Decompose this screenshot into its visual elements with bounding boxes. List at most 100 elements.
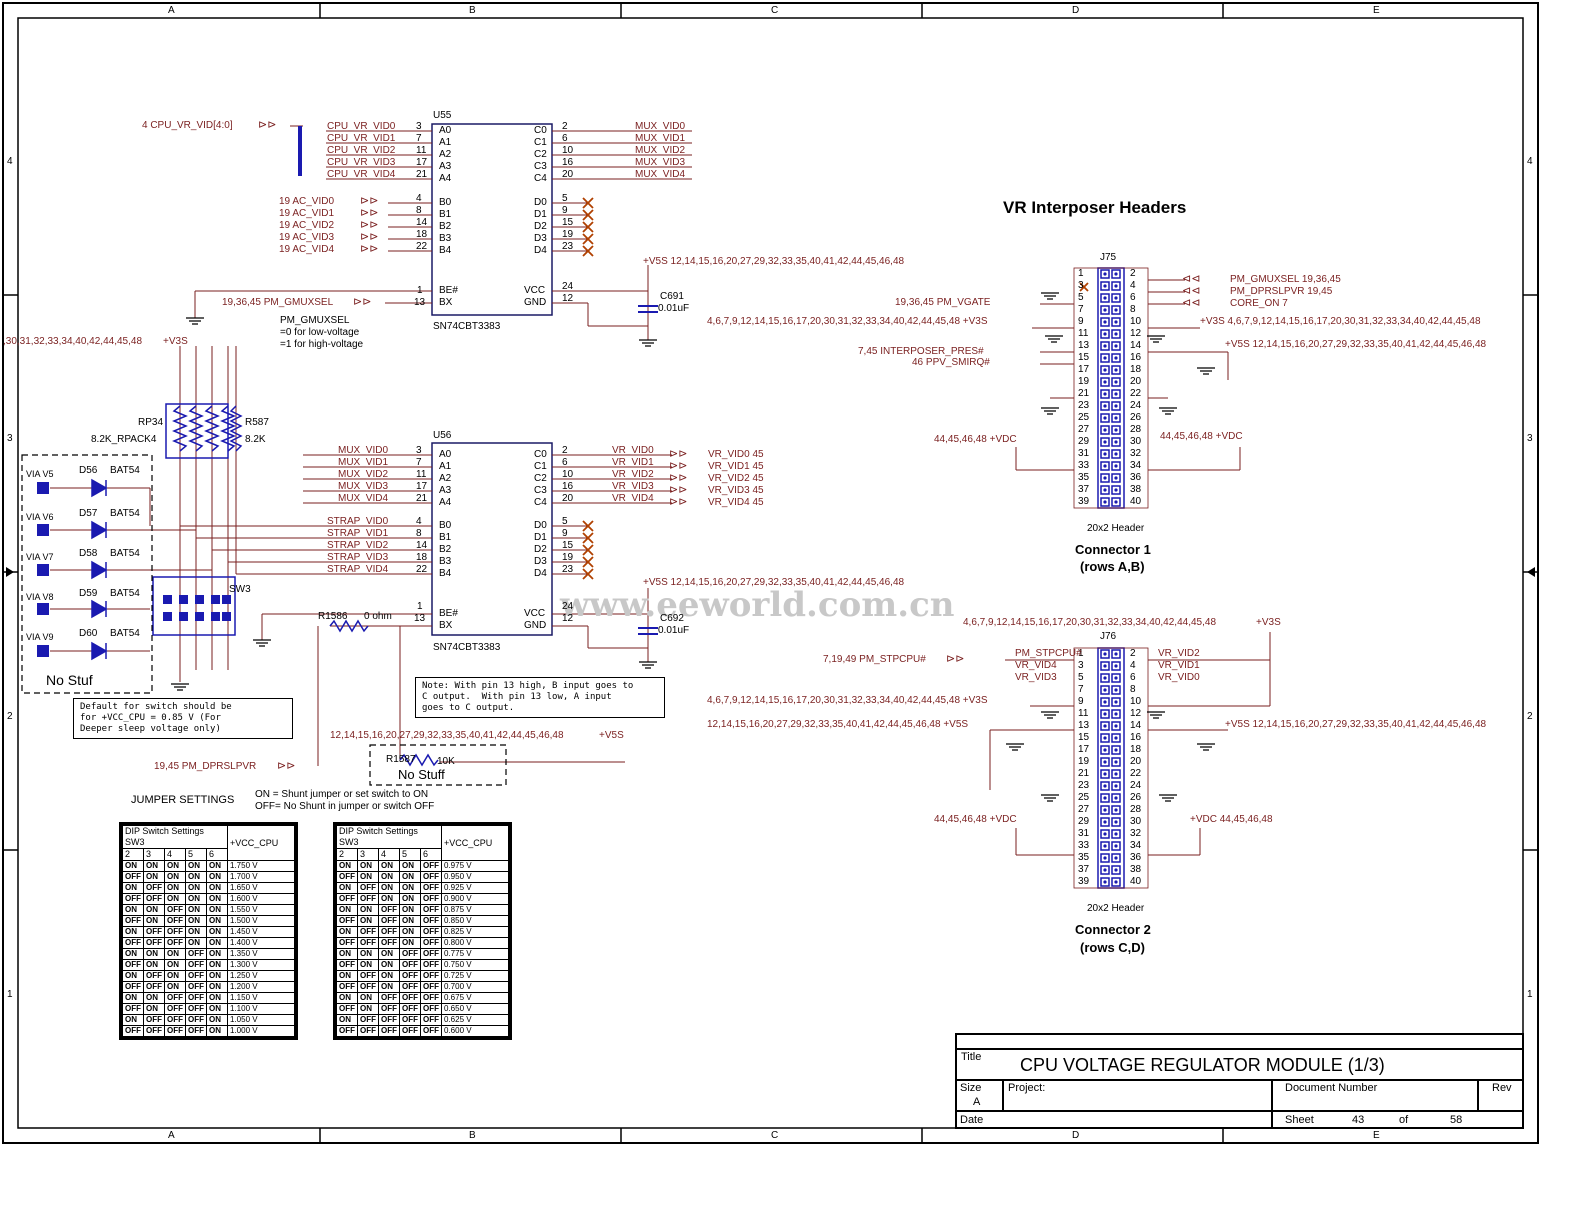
- j76-vdc-left: 44,45,46,48 +VDC: [934, 814, 1017, 825]
- switch-state: OFF: [143, 981, 165, 993]
- offpage-connector-icon: ⊲⊲: [1182, 273, 1201, 285]
- header-pin-number: 28: [1130, 804, 1142, 815]
- nostuf-label: No Stuf: [46, 672, 93, 688]
- u55-c-pin: 10: [562, 145, 574, 156]
- vcc-value: 0.925 V: [441, 882, 509, 894]
- switch-state: ON: [378, 981, 400, 993]
- header-pin-number: 31: [1078, 448, 1090, 459]
- header-pin-number: 19: [1078, 756, 1090, 767]
- switch-state: ON: [206, 915, 228, 927]
- u56-b-net: STRAP_VID2: [327, 540, 389, 551]
- zone-label: C: [771, 1130, 779, 1141]
- switch-state: OFF: [143, 970, 165, 982]
- header-pin-number: 24: [1130, 780, 1142, 791]
- header-pin-number: 22: [1130, 388, 1142, 399]
- switch-state: OFF: [357, 882, 379, 894]
- via-label: VIA V7: [26, 552, 54, 562]
- c691-value: 0.01uF: [658, 303, 690, 314]
- vcc-value: 0.600 V: [441, 1025, 509, 1037]
- u56-d-name: D1: [534, 532, 547, 543]
- u55-c-name: C3: [534, 161, 547, 172]
- zone-label: 1: [1527, 989, 1533, 1000]
- table-row: OFF ON ON ON OFF 0.950 V: [336, 871, 509, 883]
- header-pin-number: 13: [1078, 340, 1090, 351]
- switch-state: OFF: [143, 1025, 165, 1037]
- u55-a-name: A4: [439, 173, 452, 184]
- switch-state: OFF: [164, 1014, 186, 1026]
- switch-column: 6: [420, 848, 442, 861]
- j75-v3s-left: 4,6,7,9,12,14,15,16,17,20,30,31,32,33,34…: [707, 316, 988, 327]
- switch-state: OFF: [399, 1003, 421, 1015]
- r1587-value: 10K: [437, 756, 455, 767]
- u56-mux-note: Note: With pin 13 high, B input goes to …: [415, 677, 665, 718]
- table-row: ON ON ON OFF ON 1.350 V: [122, 948, 295, 960]
- switch-state: ON: [185, 871, 207, 883]
- vcc-value: 1.750 V: [227, 860, 295, 872]
- r1587-ref: R1587: [386, 754, 416, 765]
- u55-c-pin: 20: [562, 169, 574, 180]
- zone-label: A: [168, 1130, 175, 1141]
- vcc-value: 1.400 V: [227, 937, 295, 949]
- r1587-v5s-net: 12,14,15,16,20,27,29,32,33,35,40,41,42,4…: [330, 730, 564, 741]
- u55-b-name: B3: [439, 233, 452, 244]
- r587-value: 8.2K: [245, 434, 266, 445]
- switch-state: ON: [336, 948, 358, 960]
- switch-state: OFF: [399, 948, 421, 960]
- switch-state: ON: [164, 948, 186, 960]
- header-pin-number: 11: [1078, 708, 1089, 719]
- switch-column: 6: [206, 848, 228, 861]
- rp34-ref: RP34: [138, 417, 164, 428]
- u56-out-net: VR_VID4 45: [708, 497, 764, 508]
- switch-state: ON: [399, 893, 421, 905]
- diode-ref: D60: [79, 628, 98, 639]
- header-pin-number: 29: [1078, 436, 1090, 447]
- u55-a-pin: 17: [416, 157, 428, 168]
- u56-ref: U56: [433, 430, 452, 441]
- u56-b-pin: 8: [416, 528, 422, 539]
- switch-state: OFF: [143, 926, 165, 938]
- offpage-connector-icon: ⊲⊲: [1182, 285, 1201, 297]
- switch-state: OFF: [357, 937, 379, 949]
- header-pin-number: 9: [1078, 696, 1084, 707]
- switch-state: ON: [378, 871, 400, 883]
- header-pin-number: 27: [1078, 424, 1090, 435]
- header-pin-number: 36: [1130, 852, 1142, 863]
- switch-state: OFF: [420, 893, 442, 905]
- switch-state: OFF: [336, 937, 358, 949]
- u55-c-net: MUX_VID3: [635, 157, 686, 168]
- u56-b-name: B4: [439, 568, 452, 579]
- u56-d-name: D2: [534, 544, 547, 555]
- table-row: ON OFF OFF OFF ON 1.050 V: [122, 1014, 295, 1026]
- table-row: ON ON ON ON ON 1.750 V: [122, 860, 295, 872]
- header-pin-number: 6: [1130, 292, 1136, 303]
- header-pin-number: 28: [1130, 424, 1142, 435]
- u56-b-name: B3: [439, 556, 452, 567]
- zone-label: D: [1072, 5, 1080, 16]
- header-pin-number: 10: [1130, 696, 1142, 707]
- u55-a-pin: 11: [416, 145, 427, 156]
- u56-d-pin: 19: [562, 552, 574, 563]
- switch-state: ON: [357, 1003, 379, 1015]
- diode-ref: D59: [79, 588, 98, 599]
- switch-state: ON: [206, 937, 228, 949]
- diode-part: BAT54: [110, 508, 140, 519]
- docnum-label: Document Number: [1285, 1082, 1378, 1094]
- u55-b-pin: 14: [416, 217, 428, 228]
- switch-state: ON: [206, 981, 228, 993]
- switch-state: OFF: [336, 871, 358, 883]
- header-pin-number: 29: [1078, 816, 1090, 827]
- sheet-number: 43: [1352, 1114, 1365, 1126]
- switch-state: OFF: [357, 926, 379, 938]
- zone-label: 1: [7, 989, 13, 1000]
- u56-d-pin: 5: [562, 516, 568, 527]
- switch-state: OFF: [420, 992, 442, 1004]
- switch-state: ON: [122, 904, 144, 916]
- offpage-connector-icon: ⊳⊳: [258, 119, 277, 131]
- table-row: ON OFF ON OFF OFF 0.725 V: [336, 970, 509, 982]
- j76-caption: Connector 2: [1075, 922, 1151, 937]
- table-row: ON OFF ON ON ON 1.650 V: [122, 882, 295, 894]
- vcc-value: 1.700 V: [227, 871, 295, 883]
- switch-state: ON: [206, 970, 228, 982]
- u56-b-name: B0: [439, 520, 452, 531]
- watermark: www.eeworld.com.cn: [560, 585, 955, 625]
